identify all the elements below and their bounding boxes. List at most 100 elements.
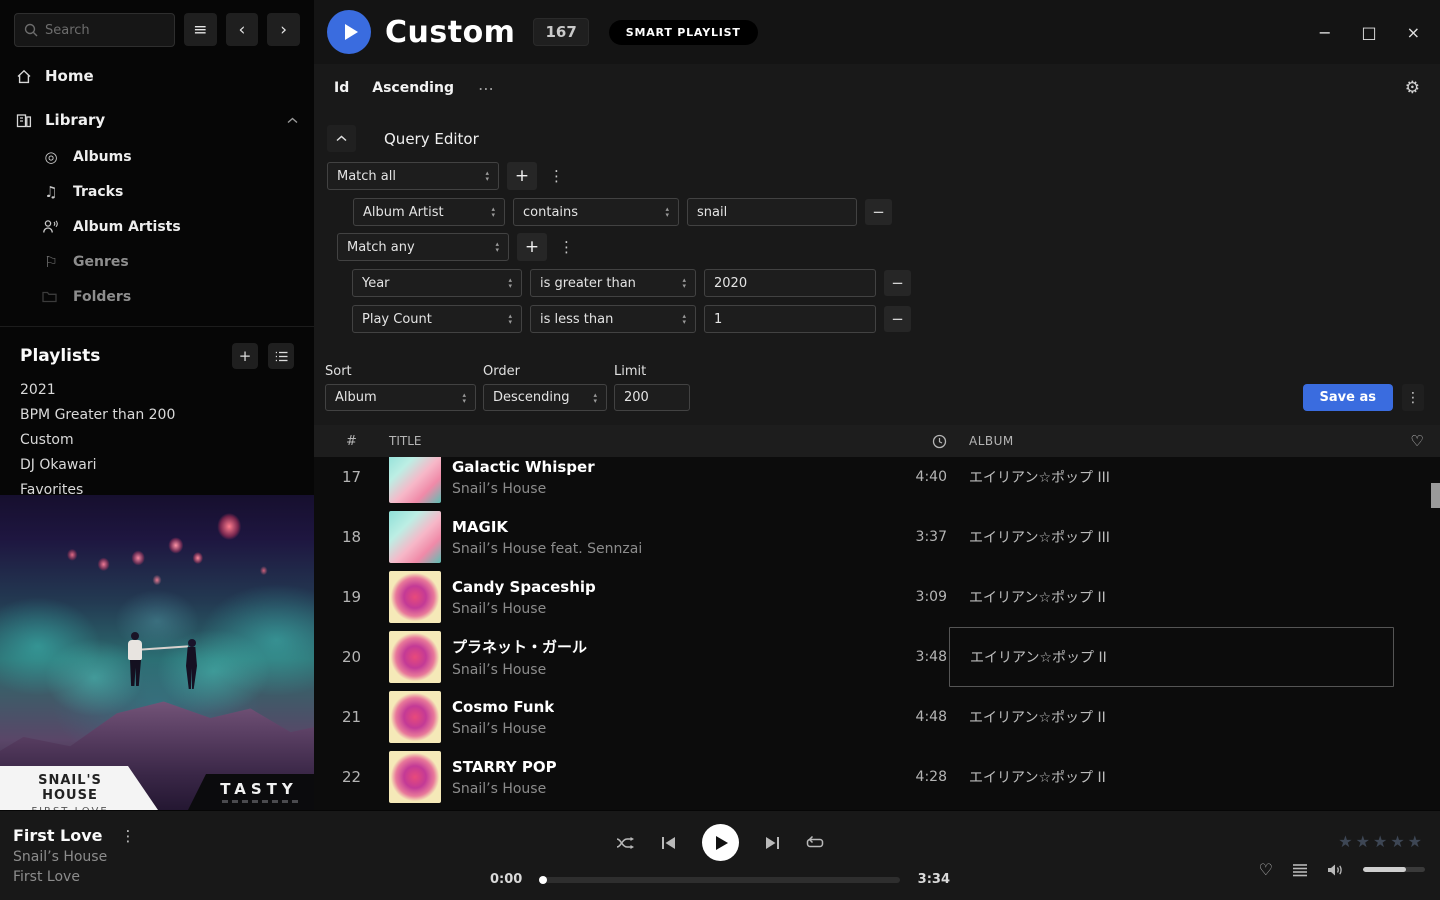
rule-field-select[interactable]: Play Count ▴▾ xyxy=(352,305,522,333)
volume-slider[interactable] xyxy=(1363,867,1425,872)
scrollbar-thumb[interactable] xyxy=(1431,483,1440,508)
library-icon xyxy=(16,113,32,128)
queue-button[interactable] xyxy=(1292,863,1308,877)
track-row[interactable]: 22 STARRY POP Snail’s House 4:28 エイリアン☆ポ… xyxy=(314,747,1440,807)
track-number: 22 xyxy=(314,768,389,786)
window-maximize-button[interactable]: □ xyxy=(1361,23,1376,42)
play-pause-button[interactable] xyxy=(702,824,739,861)
sidebar-item-tracks[interactable]: ♫ Tracks xyxy=(0,174,314,209)
match-all-select[interactable]: Match all ▴▾ xyxy=(327,162,499,190)
track-artist: Snail’s House xyxy=(452,721,554,737)
rule-operator-select[interactable]: is less than ▴▾ xyxy=(530,305,696,333)
chevron-up-icon[interactable] xyxy=(287,117,298,124)
sidebar-item-library[interactable]: Library xyxy=(0,105,314,135)
track-row[interactable]: 17 Galactic Whisper Snail’s House 4:40 エ… xyxy=(314,457,1440,507)
seek-bar[interactable] xyxy=(540,877,900,883)
add-playlist-button[interactable]: + xyxy=(232,343,258,369)
track-duration: 3:09 xyxy=(879,589,949,605)
select-arrows-icon: ▴▾ xyxy=(674,313,686,325)
sort-select[interactable]: Album ▴▾ xyxy=(325,384,476,411)
group-menu-button[interactable]: ⋮ xyxy=(555,238,578,256)
album-cell[interactable]: エイリアン☆ポップ II xyxy=(949,687,1394,747)
track-row[interactable]: 19 Candy Spaceship Snail’s House 3:09 エイ… xyxy=(314,567,1440,627)
album-cell[interactable]: エイリアン☆ポップ II xyxy=(949,567,1394,627)
column-header-favorite[interactable]: ♡ xyxy=(1394,432,1440,450)
next-track-button[interactable] xyxy=(765,836,780,850)
album-cell[interactable]: エイリアン☆ポップ III xyxy=(949,457,1394,507)
column-header-duration[interactable] xyxy=(879,434,949,449)
track-album: エイリアン☆ポップ II xyxy=(970,647,1107,667)
track-row[interactable]: 20 プラネット・ガール Snail’s House 3:48 エイリアン☆ポッ… xyxy=(314,627,1440,687)
rule-operator-select[interactable]: is greater than ▴▾ xyxy=(530,269,696,297)
rule-value-input[interactable]: snail xyxy=(687,198,857,226)
remove-rule-button[interactable]: − xyxy=(884,306,911,332)
playlist-item[interactable]: DJ Okawari xyxy=(0,452,314,477)
album-cell[interactable]: エイリアン☆ポップ II xyxy=(949,627,1394,687)
group-menu-button[interactable]: ⋮ xyxy=(545,167,568,185)
playlist-item[interactable]: BPM Greater than 200 xyxy=(0,402,314,427)
toolbar-more-button[interactable]: ⋯ xyxy=(478,79,496,98)
play-playlist-button[interactable] xyxy=(327,10,371,54)
window-minimize-button[interactable]: − xyxy=(1318,23,1331,42)
search-input[interactable] xyxy=(45,23,165,38)
match-any-select[interactable]: Match any ▴▾ xyxy=(337,233,509,261)
album-cell[interactable]: エイリアン☆ポップ II xyxy=(949,747,1394,807)
search-box[interactable] xyxy=(14,13,175,47)
rule-value-input[interactable]: 2020 xyxy=(704,269,876,297)
sidebar-item-home[interactable]: Home xyxy=(0,61,314,91)
save-menu-button[interactable]: ⋮ xyxy=(1402,384,1424,411)
playlist-list-button[interactable] xyxy=(268,343,294,369)
column-header-index[interactable]: # xyxy=(314,434,389,449)
playlist-item[interactable]: 2021 xyxy=(0,377,314,402)
rating-stars[interactable]: ★★★★★ xyxy=(1338,832,1425,851)
volume-mute-button[interactable] xyxy=(1327,863,1344,877)
forward-button[interactable]: › xyxy=(267,13,300,46)
order-select[interactable]: Descending ▴▾ xyxy=(483,384,607,411)
track-row[interactable]: 18 MAGIK Snail’s House feat. Sennzai 3:3… xyxy=(314,507,1440,567)
track-cover xyxy=(389,631,441,683)
sidebar-item-label: Tracks xyxy=(73,184,123,200)
track-album: エイリアン☆ポップ III xyxy=(969,467,1110,487)
home-icon xyxy=(16,69,32,84)
artwork-figure-left xyxy=(128,640,142,686)
add-rule-button[interactable]: + xyxy=(507,162,537,190)
track-album: エイリアン☆ポップ III xyxy=(969,527,1110,547)
back-button[interactable]: ‹ xyxy=(226,13,259,46)
shuffle-button[interactable] xyxy=(616,836,635,850)
track-count-badge: 167 xyxy=(533,18,588,46)
seek-handle[interactable] xyxy=(539,876,547,884)
rule-operator-select[interactable]: contains ▴▾ xyxy=(513,198,679,226)
now-playing-menu-button[interactable]: ⋮ xyxy=(117,827,140,845)
favorite-button[interactable]: ♡ xyxy=(1259,860,1273,879)
track-number: 17 xyxy=(314,468,389,486)
previous-track-button[interactable] xyxy=(661,836,676,850)
rule-field-select[interactable]: Album Artist ▴▾ xyxy=(353,198,505,226)
settings-gear-icon[interactable]: ⚙ xyxy=(1405,78,1420,98)
track-row[interactable]: 21 Cosmo Funk Snail’s House 4:48 エイリアン☆ポ… xyxy=(314,687,1440,747)
track-title: Galactic Whisper xyxy=(452,458,595,476)
sidebar-item-album-artists[interactable]: Album Artists xyxy=(0,209,314,244)
limit-input[interactable]: 200 xyxy=(614,384,690,411)
playlist-item[interactable]: Custom xyxy=(0,427,314,452)
sidebar-item-albums[interactable]: ◎ Albums xyxy=(0,139,314,174)
remove-rule-button[interactable]: − xyxy=(884,270,911,296)
sort-field-button[interactable]: Id xyxy=(334,80,349,96)
menu-button[interactable]: ≡ xyxy=(184,13,217,46)
sort-direction-button[interactable]: Ascending xyxy=(372,80,454,96)
remove-rule-button[interactable]: − xyxy=(865,199,892,225)
rule-value-input[interactable]: 1 xyxy=(704,305,876,333)
add-rule-button[interactable]: + xyxy=(517,233,547,261)
sidebar-item-folders[interactable]: Folders xyxy=(0,279,314,314)
column-header-title[interactable]: TITLE xyxy=(389,434,879,448)
repeat-button[interactable] xyxy=(806,836,824,850)
album-cell[interactable]: エイリアン☆ポップ III xyxy=(949,507,1394,567)
main-pane: Custom 167 SMART PLAYLIST − □ × Id Ascen… xyxy=(314,0,1440,810)
sidebar-item-genres[interactable]: ⚐ Genres xyxy=(0,244,314,279)
save-as-button[interactable]: Save as xyxy=(1303,384,1393,411)
column-header-album[interactable]: ALBUM xyxy=(949,434,1394,448)
rule-field-select[interactable]: Year ▴▾ xyxy=(352,269,522,297)
window-close-button[interactable]: × xyxy=(1407,23,1420,42)
query-collapse-button[interactable] xyxy=(327,125,356,152)
now-playing-album: First Love xyxy=(13,869,490,885)
app-window: ≡ ‹ › Home Library xyxy=(0,0,1440,900)
